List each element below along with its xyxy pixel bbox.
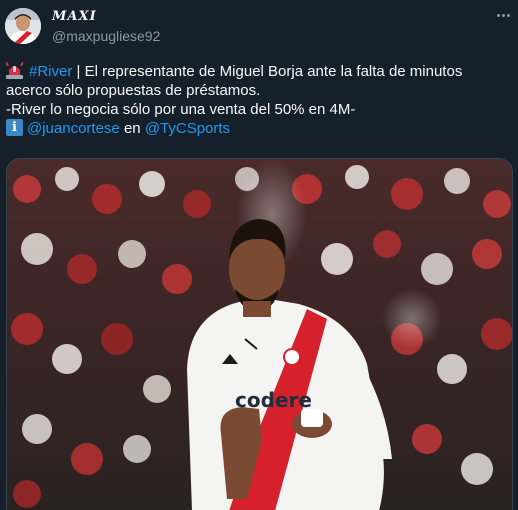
tweet-text: #River | El representante de Miguel Borj… bbox=[6, 62, 512, 138]
tweet-line-4: @juancortese en @TyCSports bbox=[6, 119, 512, 138]
hashtag-river-link[interactable]: #River bbox=[29, 63, 72, 80]
author-handle[interactable]: @maxpugliese92 bbox=[52, 28, 160, 44]
information-icon bbox=[6, 119, 23, 136]
tweet-line-2: acerco sólo propuestas de préstamos. bbox=[6, 82, 261, 99]
tweet-media-photo[interactable]: codere bbox=[6, 158, 513, 510]
tweet-line-1: #River | El representante de Miguel Borj… bbox=[6, 62, 512, 81]
football-player-photo-icon: codere bbox=[7, 159, 512, 510]
author-avatar[interactable] bbox=[5, 8, 41, 44]
tweet-header: MAXI @maxpugliese92 bbox=[0, 0, 518, 54]
tweet-line-3: -River lo negocia sólo por una venta del… bbox=[6, 101, 356, 118]
more-dot bbox=[507, 14, 510, 17]
jersey-sponsor-label: codere bbox=[235, 388, 312, 412]
more-options-icon[interactable] bbox=[494, 8, 514, 24]
avatar-photo-icon bbox=[5, 8, 41, 44]
author-display-name[interactable]: MAXI bbox=[52, 9, 97, 24]
mention-tycsports-link[interactable]: @TyCSports bbox=[145, 120, 230, 137]
more-dot bbox=[502, 14, 505, 17]
mention-juancortese-link[interactable]: @juancortese bbox=[27, 120, 120, 137]
tweet-line-1-text: | El representante de Miguel Borja ante … bbox=[72, 63, 463, 80]
rotating-light-icon bbox=[6, 62, 23, 79]
tweet-line-4-connector: en bbox=[119, 120, 145, 137]
more-dot bbox=[497, 14, 500, 17]
